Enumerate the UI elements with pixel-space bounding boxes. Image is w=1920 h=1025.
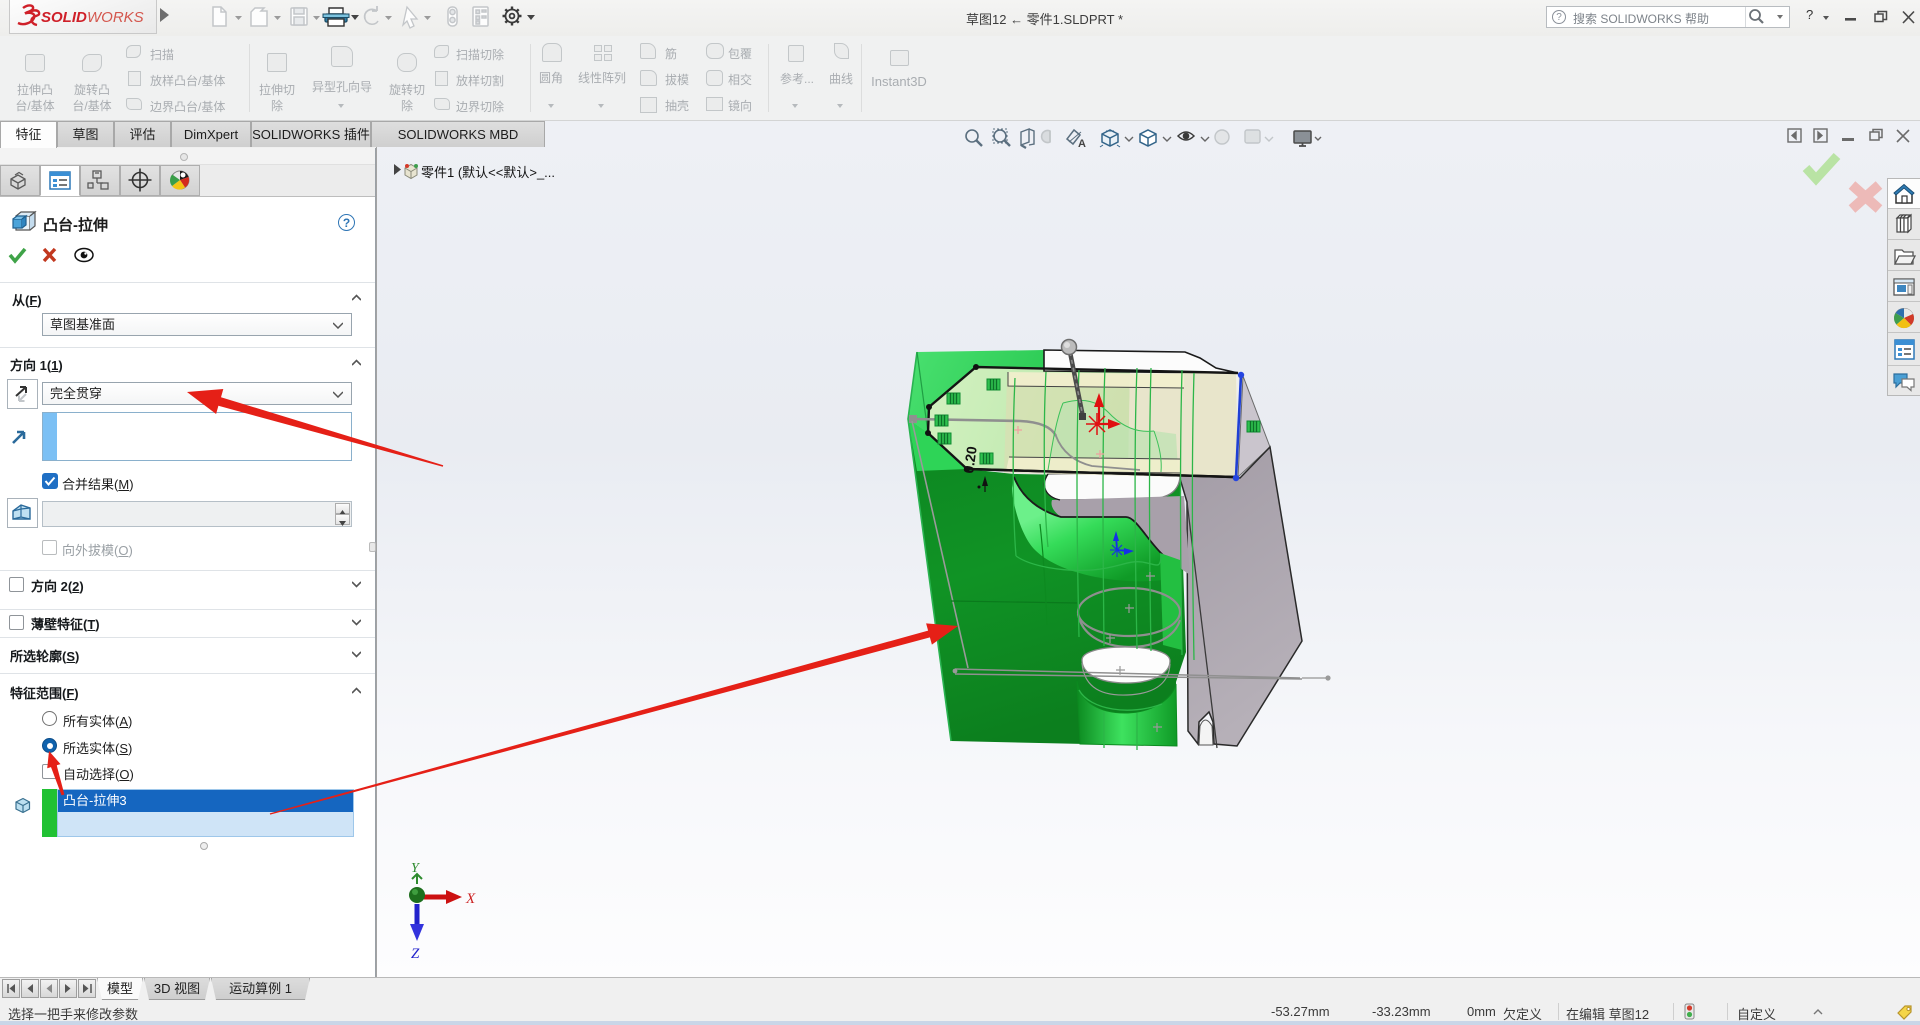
svg-text:WORKS: WORKS [87, 9, 144, 26]
svg-text:A: A [1078, 138, 1086, 150]
svg-text:SOLID: SOLID [41, 9, 87, 26]
